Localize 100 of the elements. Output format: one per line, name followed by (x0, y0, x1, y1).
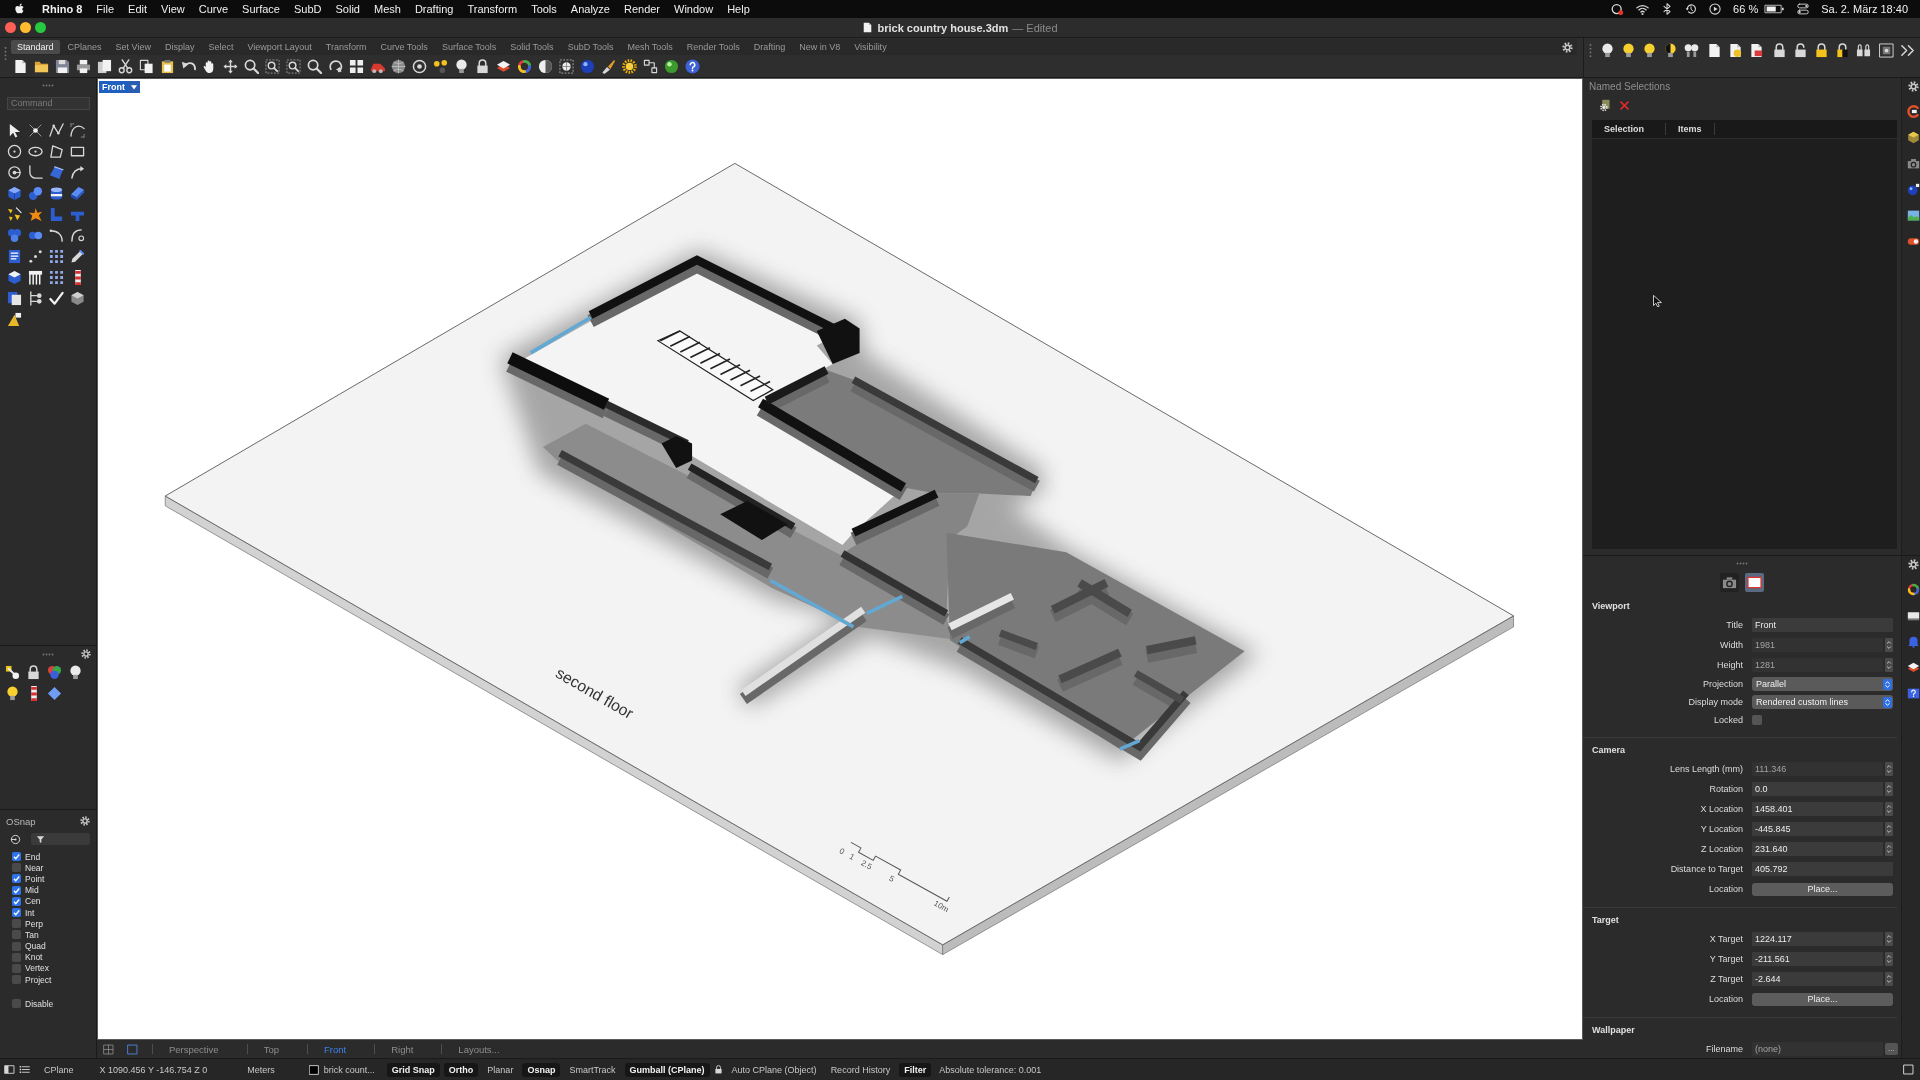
sun-icon[interactable] (622, 58, 637, 74)
light-bulb-icon[interactable] (1600, 43, 1615, 58)
circle-icon[interactable] (7, 144, 22, 159)
checkbox[interactable] (12, 975, 21, 985)
checkbox-label[interactable]: Near (25, 862, 44, 873)
text-field[interactable]: -2.644 (1752, 972, 1883, 986)
text-field[interactable]: -445.845 (1752, 822, 1883, 836)
menu-item[interactable]: View (161, 3, 185, 15)
padlock-icon[interactable] (1772, 43, 1787, 58)
toolbar-tab[interactable]: Viewport Layout (241, 40, 318, 54)
checkbox[interactable] (1752, 715, 1762, 725)
ring-with-dot-icon[interactable] (1611, 2, 1625, 16)
two-padlocks-icon[interactable] (1856, 43, 1871, 58)
toolbar-tab[interactable]: Set View (109, 40, 157, 54)
text-field[interactable]: 231.640 (1752, 842, 1883, 856)
checkbox-label[interactable]: Tan (25, 929, 39, 940)
cube-icon[interactable] (7, 270, 22, 285)
sidebar-toggle-icon[interactable] (4, 1064, 15, 1075)
menu-item[interactable]: Mesh (373, 3, 401, 15)
status-toggle[interactable]: Grid Snap (386, 1062, 440, 1077)
checkbox-label[interactable]: Int (25, 907, 35, 918)
checkbox-label[interactable]: Disable (25, 998, 54, 1009)
document-coin-icon[interactable] (1728, 43, 1743, 58)
toggle-switch-icon[interactable] (1907, 235, 1920, 248)
help-icon[interactable] (685, 58, 700, 74)
text-field[interactable]: 1458.401 (1752, 802, 1883, 816)
half-shaded-bulb-icon[interactable] (1663, 43, 1678, 58)
text-field[interactable]: Front (1752, 618, 1893, 632)
menu-item[interactable]: Drafting (414, 3, 454, 15)
viewport-title-menu[interactable]: Front (99, 81, 140, 93)
pencil-icon[interactable] (70, 249, 85, 264)
branch-diagram-icon[interactable] (28, 291, 43, 306)
checkbox[interactable] (12, 999, 21, 1009)
menu-item[interactable]: Render (623, 3, 661, 15)
overlapping-circles-icon[interactable] (47, 665, 62, 680)
curved-arrow-icon[interactable] (70, 165, 85, 180)
padlock-icon[interactable] (1814, 43, 1829, 58)
place-button[interactable]: Place... (1752, 992, 1893, 1006)
checkbox[interactable] (12, 852, 21, 862)
dots-icon[interactable] (433, 58, 448, 74)
dropdown[interactable]: Rendered custom lines (1752, 695, 1893, 709)
clock-arrow-icon[interactable] (1685, 3, 1698, 15)
ellipse-icon[interactable] (28, 144, 43, 159)
half-shaded-padlock-icon[interactable] (1835, 43, 1850, 58)
text-field[interactable]: -211.561 (1752, 952, 1883, 966)
clipboard-icon[interactable] (160, 58, 175, 74)
double-chevron-icon[interactable] (1900, 43, 1915, 58)
dashed-bar-icon[interactable] (30, 686, 37, 701)
toolbar-tab[interactable]: Select (202, 40, 240, 54)
stepper-icon[interactable] (1885, 638, 1893, 652)
cplane-label[interactable]: CPlane (44, 1064, 74, 1075)
checkbox[interactable] (12, 930, 21, 940)
text-field[interactable]: 0.0 (1752, 782, 1883, 796)
cylinder-icon[interactable] (49, 186, 64, 201)
menu-item[interactable]: Solid (335, 3, 360, 15)
pointer-arrow-icon[interactable] (7, 123, 22, 138)
burst-icon[interactable] (28, 207, 43, 222)
stepper-icon[interactable] (1885, 822, 1893, 836)
layouts-button[interactable]: Layouts... (444, 1043, 514, 1055)
l-bracket-icon[interactable] (49, 207, 64, 222)
stepper-icon[interactable] (1885, 972, 1893, 986)
wifi-icon[interactable] (1636, 2, 1650, 16)
text-field[interactable]: 405.792 (1752, 862, 1893, 876)
dropdown[interactable]: Parallel (1752, 677, 1893, 691)
checkbox[interactable] (12, 863, 21, 873)
landscape-picture-icon[interactable] (1907, 209, 1920, 222)
move-arrows-icon[interactable] (223, 58, 238, 74)
bell-icon[interactable] (1907, 635, 1920, 648)
toolbar-tab[interactable]: Curve Tools (374, 40, 434, 54)
ring-target-icon[interactable] (412, 58, 427, 74)
filter-field[interactable] (31, 833, 90, 845)
checkbox[interactable] (12, 908, 21, 918)
viewport-frame-icon[interactable] (1747, 574, 1762, 590)
copy-icon[interactable] (139, 58, 154, 74)
toolbar-tab[interactable]: Solid Tools (504, 40, 560, 54)
magnifier-icon[interactable] (307, 58, 322, 74)
light-bulb-icon[interactable] (5, 686, 20, 701)
cube-icon[interactable] (70, 291, 85, 306)
camera-icon[interactable] (1907, 157, 1920, 170)
settings-icon[interactable] (81, 649, 91, 659)
padlock-icon[interactable] (475, 58, 490, 74)
light-bulb-icon[interactable] (1642, 43, 1657, 58)
status-toggle[interactable]: Gumball (CPlane) (624, 1062, 710, 1077)
rotate-arrow-icon[interactable] (328, 58, 343, 74)
checkbox-label[interactable]: Vertex (25, 963, 50, 974)
status-toggle[interactable]: Osnap (522, 1062, 561, 1077)
stepper-icon[interactable] (1885, 952, 1893, 966)
toggle-switches-icon[interactable] (1797, 3, 1810, 15)
toolbar-tab[interactable]: Visibility (848, 40, 893, 54)
polyline-icon[interactable] (49, 123, 64, 138)
status-toggle[interactable]: Record History (825, 1062, 896, 1077)
checkbox[interactable] (12, 941, 21, 951)
status-toggle[interactable]: Auto CPlane (Object) (726, 1062, 822, 1077)
toolbar-tab[interactable]: Surface Tools (435, 40, 503, 54)
sphere-icon[interactable] (664, 58, 679, 74)
toolbar-tab[interactable]: Drafting (747, 40, 792, 54)
stepper-icon[interactable] (1885, 782, 1893, 796)
scissors-icon[interactable] (118, 58, 133, 74)
viewport-tab[interactable]: Perspective (155, 1043, 233, 1055)
magnifier-frame-icon[interactable] (265, 58, 280, 74)
